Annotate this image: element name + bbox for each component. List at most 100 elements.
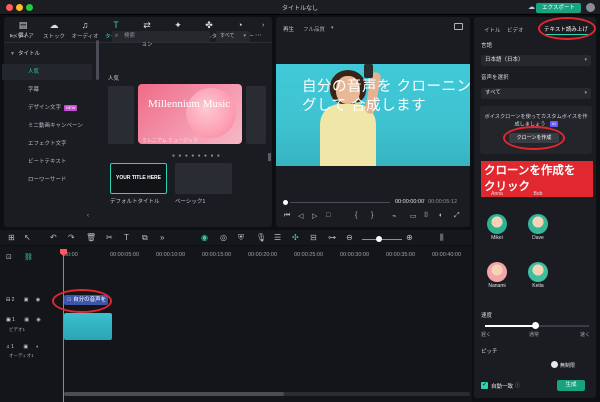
- video-preview[interactable]: 自分の音声を クローニングして 合成します: [276, 64, 470, 166]
- featured-title-card[interactable]: Millennium Music: [138, 84, 242, 144]
- monitor-icon[interactable]: ▭: [410, 212, 417, 220]
- shield-icon[interactable]: ⛨: [238, 233, 244, 243]
- zoom-out-icon[interactable]: ⊖: [346, 233, 353, 242]
- select-tool-icon[interactable]: ↖: [24, 233, 31, 242]
- more-options-icon[interactable]: ⋯: [255, 31, 262, 39]
- voice-option-2[interactable]: Mikei: [484, 214, 510, 241]
- voice-avatar: [487, 262, 507, 282]
- crop-icon[interactable]: ⧉: [142, 233, 148, 243]
- category-item-4[interactable]: デザイン文字 NEW: [2, 100, 92, 116]
- category-item-6[interactable]: エフェクト文字: [2, 136, 92, 152]
- out-mark-icon[interactable]: }: [371, 212, 373, 219]
- unlimited-label: 無制限: [560, 363, 576, 369]
- generate-button[interactable]: 生成: [557, 380, 585, 391]
- language-select[interactable]: 日本語（日本） ▾: [481, 55, 591, 66]
- chevron-right-icon: ▶: [10, 33, 14, 39]
- voice-option-4[interactable]: Nanami: [484, 262, 510, 289]
- add-track-icon[interactable]: ⊡: [6, 253, 12, 261]
- category-item-3[interactable]: 字幕: [2, 82, 92, 98]
- undo-icon[interactable]: ↶: [50, 233, 57, 242]
- grid-icon[interactable]: ⊟: [310, 233, 317, 242]
- voice-option-0[interactable]: Anna: [484, 190, 510, 197]
- toolbar-more-chevron-icon[interactable]: ›: [262, 22, 264, 29]
- stop-icon[interactable]: □: [326, 212, 330, 219]
- play-circle-icon[interactable]: ◎: [220, 233, 227, 242]
- collapse-sidebar-icon[interactable]: ‹: [87, 213, 89, 219]
- chevron-down-icon: ▼: [10, 51, 15, 57]
- play-icon[interactable]: ▷: [312, 212, 317, 220]
- voice-option-3[interactable]: Dave: [525, 214, 551, 241]
- video-clip[interactable]: [64, 313, 112, 340]
- help-icon[interactable]: ⓘ: [515, 382, 520, 389]
- step-back-icon[interactable]: ⏮: [284, 212, 290, 220]
- speed-normal-label: 通常: [529, 332, 540, 338]
- category-scrollbar[interactable]: [96, 40, 99, 80]
- track-video-header: ▣ 1 ▣ ◉: [6, 317, 41, 323]
- ruler-tick-label: 00:00:20:00: [248, 252, 278, 258]
- preview-scrub-bar[interactable]: [290, 202, 390, 203]
- category-item-0[interactable]: ▶ 個人: [2, 28, 92, 44]
- audio-mix-icon[interactable]: ⊶: [328, 233, 336, 242]
- thumbnail-partial-right[interactable]: [246, 86, 266, 144]
- more-tools-icon[interactable]: »: [160, 233, 164, 242]
- split-icon[interactable]: ⌁: [392, 212, 396, 220]
- cut-icon[interactable]: ✂: [106, 233, 113, 242]
- timeline-scroll-thumb[interactable]: [64, 392, 284, 396]
- text-tool-icon[interactable]: T: [124, 233, 129, 242]
- decorative-circle: [186, 88, 236, 138]
- default-title-card[interactable]: YOUR TITLE HERE: [110, 163, 167, 194]
- zoom-in-icon[interactable]: ⊕: [406, 233, 413, 242]
- category-item-8[interactable]: ローワーサード: [2, 172, 92, 188]
- speed-slow-label: 遅く: [481, 332, 492, 338]
- category-item-5[interactable]: ミニ動画キャンペーン: [2, 118, 92, 134]
- prev-frame-icon[interactable]: ◁: [298, 212, 303, 220]
- preview-caption[interactable]: 自分の音声を クローニングして 合成します: [302, 78, 470, 116]
- default-title-label: デフォルトタイトル: [110, 199, 160, 205]
- playhead[interactable]: [63, 250, 64, 402]
- ai-badge: AI: [549, 121, 558, 127]
- voice-option-5[interactable]: Keita: [525, 262, 551, 289]
- search-input[interactable]: ⌕ 検索: [112, 31, 210, 42]
- tab-title[interactable]: イトル: [484, 26, 501, 34]
- columns-icon[interactable]: ⫼: [440, 233, 444, 243]
- magnet-icon[interactable]: ✣: [292, 233, 299, 242]
- quality-select[interactable]: フル品質: [303, 25, 325, 33]
- in-mark-icon[interactable]: {: [355, 212, 357, 219]
- music-icon: ♫: [6, 344, 10, 350]
- speed-slider-knob[interactable]: [532, 322, 539, 329]
- category-item-7[interactable]: ビートテキスト: [2, 154, 92, 170]
- mic-icon[interactable]: 🎙: [256, 233, 266, 242]
- category-item-1[interactable]: ▼ タイトル: [2, 46, 92, 62]
- basic-title-card[interactable]: [175, 163, 232, 194]
- carousel-pager[interactable]: ● ● ● ● ● ● ● ●: [172, 153, 221, 159]
- thumbnail-partial-left[interactable]: [108, 86, 134, 144]
- layout-icon[interactable]: ⊞: [8, 233, 15, 242]
- cloud-upload-icon[interactable]: ☁: [528, 3, 535, 11]
- link-icon[interactable]: ⛓: [24, 253, 33, 261]
- delete-icon[interactable]: 🗑: [86, 233, 96, 242]
- category-item-2[interactable]: 人気: [2, 64, 92, 80]
- ai-tool-icon[interactable]: ◉: [201, 233, 208, 242]
- redo-icon[interactable]: ↷: [68, 233, 75, 242]
- tab-video[interactable]: ビデオ: [507, 26, 524, 34]
- volume-icon[interactable]: ◖: [438, 212, 442, 219]
- list-icon[interactable]: ☰: [274, 233, 281, 242]
- auto-match-checkbox[interactable]: ✓: [481, 382, 488, 389]
- zoom-slider-knob[interactable]: [376, 236, 382, 242]
- ruler-tick-label: 00:00:30:00: [340, 252, 370, 258]
- voice-filter-select[interactable]: すべて ▾: [481, 88, 591, 99]
- image-icon[interactable]: [454, 23, 463, 30]
- chevron-down-icon[interactable]: ▾: [331, 25, 334, 31]
- title-icon: T: [113, 20, 119, 30]
- voice-option-1[interactable]: Bob: [525, 190, 551, 197]
- zoom-slider[interactable]: [362, 239, 402, 240]
- voice-select-label: 音声を選択: [481, 75, 509, 81]
- lock-icon: ▣: [23, 344, 29, 350]
- filter-select[interactable]: すべて ▾: [216, 31, 250, 42]
- camera-icon[interactable]: ⌷: [424, 212, 428, 220]
- library-scrollbar[interactable]: [268, 153, 271, 161]
- search-placeholder: 検索: [124, 33, 136, 39]
- category-label: ミニ動画キャンペーン: [28, 123, 83, 129]
- preview-scrub-handle[interactable]: [283, 200, 288, 205]
- fullscreen-icon[interactable]: ⤢: [454, 212, 460, 220]
